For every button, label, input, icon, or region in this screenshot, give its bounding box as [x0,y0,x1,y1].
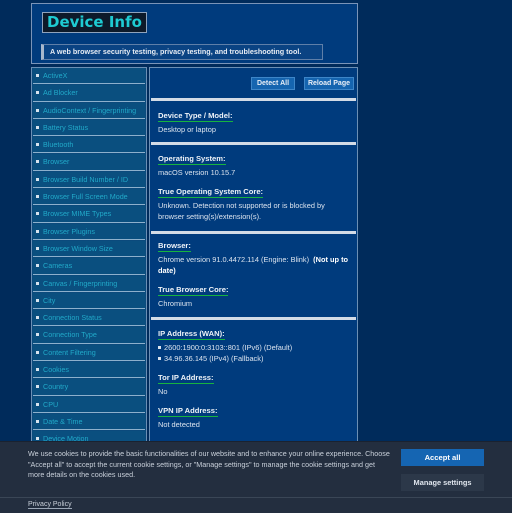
sidebar-nav: ActiveX Ad Blocker AudioContext / Finger… [31,67,147,447]
sidebar-item-browser-window-size[interactable]: Browser Window Size [33,240,145,258]
main-panel: Detect All Reload Page Device Type / Mod… [149,67,358,447]
os-value: macOS version 10.15.7 [158,168,236,177]
accept-all-button[interactable]: Accept all [401,449,484,466]
true-os-label: True Operating System Core: [158,187,264,198]
sidebar-item-city[interactable]: City [33,292,145,310]
ip-wan-item: 34.96.36.145 (IPv4) (Fallback) [158,353,292,364]
site-header: Device Info A web browser security testi… [31,3,358,64]
browser-value: Chrome version 91.0.4472.114 (Engine: Bl… [158,254,353,276]
sidebar-item-browser-plugins[interactable]: Browser Plugins [33,223,145,240]
section-divider [151,317,356,320]
section-divider [151,142,356,145]
ip-wan-list: 2600:1900:0:3103::801 (IPv6) (Default) 3… [158,342,292,364]
sidebar-item-cpu[interactable]: CPU [33,396,145,413]
device-type-value: Desktop or laptop [158,125,216,134]
browser-version: Chrome version 91.0.4472.114 (Engine: Bl… [158,255,310,264]
device-type-label: Device Type / Model: [158,111,233,122]
page: Device Info A web browser security testi… [0,0,512,513]
sidebar-item-browser[interactable]: Browser [33,154,145,171]
section-divider [151,98,356,101]
sidebar-item-battery-status[interactable]: Battery Status [33,119,145,137]
cookie-banner: We use cookies to provide the basic func… [0,441,512,513]
site-subtitle: A web browser security testing, privacy … [41,44,323,60]
sidebar-item-country[interactable]: Country [33,379,145,396]
sidebar-item-browser-fullscreen[interactable]: Browser Full Screen Mode [33,189,145,206]
sidebar-item-activex[interactable]: ActiveX [33,68,145,85]
sidebar-item-ad-blocker[interactable]: Ad Blocker [33,85,145,102]
detect-all-button[interactable]: Detect All [251,77,295,90]
tor-ip-value: No [158,387,168,396]
sidebar-item-cookies[interactable]: Cookies [33,362,145,379]
site-title: Device Info [42,12,147,33]
sidebar-item-canvas[interactable]: Canvas / Fingerprinting [33,275,145,292]
cookie-divider [0,497,512,498]
sidebar-item-browser-mime-types[interactable]: Browser MIME Types [33,206,145,223]
sidebar-item-cameras[interactable]: Cameras [33,258,145,275]
cookie-message: We use cookies to provide the basic func… [28,449,390,479]
sidebar-item-content-filtering[interactable]: Content Filtering [33,344,145,362]
vpn-ip-value: Not detected [158,420,200,429]
true-os-value: Unknown. Detection not supported or is b… [158,201,325,221]
manage-settings-button[interactable]: Manage settings [401,474,484,491]
browser-label: Browser: [158,241,191,252]
os-label: Operating System: [158,154,226,165]
sidebar-item-date-time[interactable]: Date & Time [33,413,145,431]
true-browser-value: Chromium [158,299,193,308]
sidebar-item-bluetooth[interactable]: Bluetooth [33,137,145,154]
ip-wan-item: 2600:1900:0:3103::801 (IPv6) (Default) [158,342,292,353]
ip-wan-label: IP Address (WAN): [158,329,225,340]
sidebar-item-audiocontext[interactable]: AudioContext / Fingerprinting [33,102,145,119]
reload-page-button[interactable]: Reload Page [304,77,354,90]
true-browser-label: True Browser Core: [158,285,229,296]
privacy-policy-link[interactable]: Privacy Policy [28,501,72,509]
sidebar-item-browser-build[interactable]: Browser Build Number / ID [33,171,145,189]
vpn-ip-label: VPN IP Address: [158,406,218,417]
sidebar-item-connection-status[interactable]: Connection Status [33,310,145,327]
section-divider [151,231,356,234]
sidebar-item-connection-type[interactable]: Connection Type [33,327,145,344]
tor-ip-label: Tor IP Address: [158,373,214,384]
